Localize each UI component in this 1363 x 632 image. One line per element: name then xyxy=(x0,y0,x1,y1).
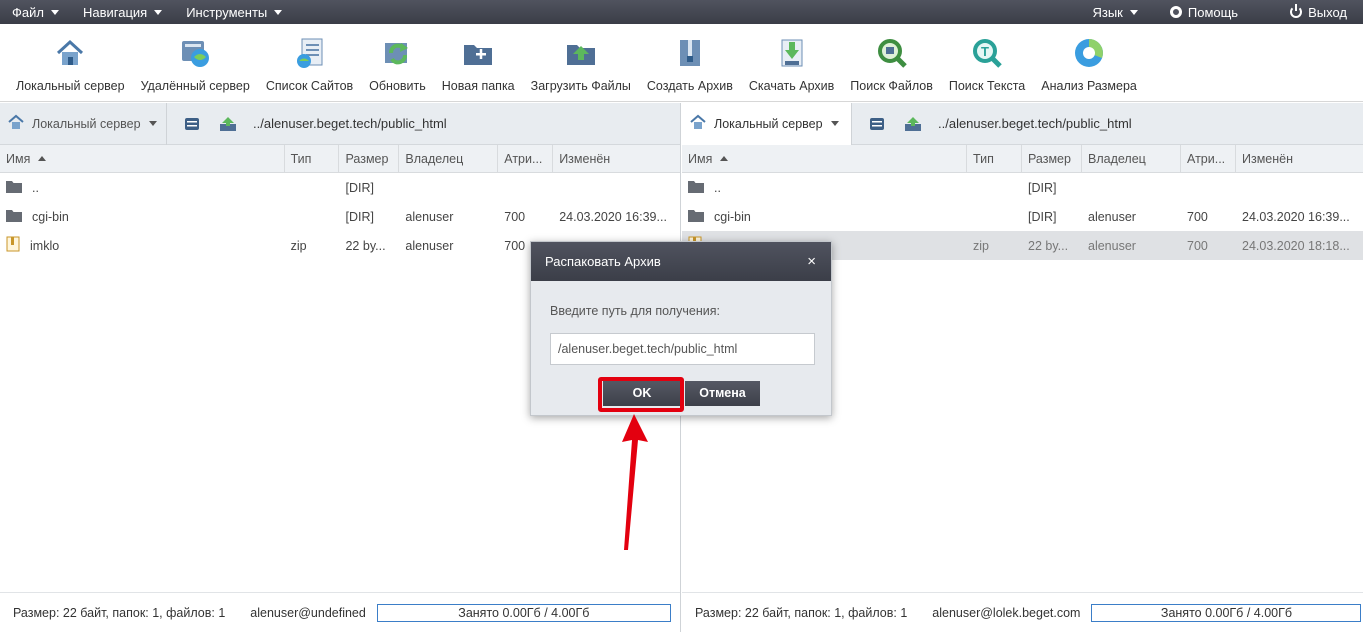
download-archive-icon xyxy=(775,36,809,70)
status-text: Размер: 22 байт, папок: 1, файлов: 1 xyxy=(13,605,226,620)
status-user: alenuser@undefined xyxy=(250,605,366,620)
col-modified[interactable]: Изменён xyxy=(1236,145,1363,173)
col-name[interactable]: Имя xyxy=(0,145,285,173)
quota-bar: Занято 0.00Гб / 4.00Гб xyxy=(376,603,671,622)
dialog-title: Распаковать Архив xyxy=(545,254,661,269)
right-status-bar: Размер: 22 байт, папок: 1, файлов: 1 ale… xyxy=(682,592,1363,632)
col-type[interactable]: Тип xyxy=(285,145,340,173)
home-icon xyxy=(8,114,24,133)
table-row[interactable]: .. [DIR] xyxy=(682,173,1363,202)
chevron-down-icon xyxy=(274,9,283,15)
dialog-title-bar: Распаковать Архив × xyxy=(531,242,831,281)
power-icon xyxy=(1290,4,1303,18)
zip-file-icon xyxy=(6,236,20,255)
folder-icon xyxy=(688,180,704,196)
extract-path-input[interactable] xyxy=(550,333,815,365)
col-type[interactable]: Тип xyxy=(967,145,1022,173)
chevron-down-icon xyxy=(1129,9,1138,15)
home-icon xyxy=(53,36,87,70)
menu-logout[interactable]: Выход xyxy=(1278,0,1363,24)
toolbar-remote-server-button[interactable]: Удалённый сервер xyxy=(133,24,258,101)
new-folder-icon xyxy=(461,36,495,70)
col-size[interactable]: Размер xyxy=(339,145,400,173)
svg-text:T: T xyxy=(981,44,989,59)
table-row[interactable]: .. [DIR] xyxy=(0,173,680,202)
col-name[interactable]: Имя xyxy=(682,145,967,173)
home-icon xyxy=(690,114,706,133)
col-attr[interactable]: Атри... xyxy=(1181,145,1236,173)
chevron-down-icon xyxy=(148,121,157,126)
search-files-icon xyxy=(875,36,909,70)
col-attr[interactable]: Атри... xyxy=(498,145,554,173)
right-path-bar: Локальный сервер ../alenuser.beget.tech/… xyxy=(682,102,1363,145)
right-path: ../alenuser.beget.tech/public_html xyxy=(938,116,1132,131)
left-path: ../alenuser.beget.tech/public_html xyxy=(253,116,447,131)
right-server-select[interactable]: Локальный сервер xyxy=(682,102,852,145)
chevron-down-icon xyxy=(830,121,839,126)
toolbar-search-text-button[interactable]: T Поиск Текста xyxy=(941,24,1033,101)
left-server-select[interactable]: Локальный сервер xyxy=(0,102,167,145)
search-text-icon: T xyxy=(970,36,1004,70)
toolbar-search-files-button[interactable]: Поиск Файлов xyxy=(842,24,941,101)
col-modified[interactable]: Изменён xyxy=(553,145,680,173)
remote-server-icon xyxy=(178,36,212,70)
dialog-prompt: Введите путь для получения: xyxy=(550,304,720,318)
col-owner[interactable]: Владелец xyxy=(1082,145,1181,173)
col-size[interactable]: Размер xyxy=(1022,145,1082,173)
left-status-bar: Размер: 22 байт, папок: 1, файлов: 1 ale… xyxy=(0,592,680,632)
menu-language[interactable]: Язык xyxy=(1080,0,1157,24)
left-table-header: Имя Тип Размер Владелец Атри... Изменён xyxy=(0,145,680,173)
toolbar-refresh-button[interactable]: Обновить xyxy=(361,24,434,101)
table-row[interactable]: cgi-bin [DIR] alenuser 700 24.03.2020 16… xyxy=(0,202,680,231)
toolbar-new-folder-button[interactable]: Новая папка xyxy=(434,24,523,101)
server-drive-icon[interactable] xyxy=(181,113,203,135)
size-analysis-icon xyxy=(1072,36,1106,70)
refresh-icon xyxy=(380,36,414,70)
toolbar-local-server-button[interactable]: Локальный сервер xyxy=(8,24,133,101)
chevron-down-icon xyxy=(154,9,163,15)
quota-bar: Занято 0.00Гб / 4.00Гб xyxy=(1091,603,1362,622)
folder-icon xyxy=(6,180,22,196)
cancel-button[interactable]: Отмена xyxy=(685,381,760,406)
toolbar-create-archive-button[interactable]: Создать Архив xyxy=(639,24,741,101)
table-row[interactable]: cgi-bin [DIR] alenuser 700 24.03.2020 16… xyxy=(682,202,1363,231)
close-icon[interactable]: × xyxy=(807,253,816,270)
help-icon xyxy=(1169,6,1182,18)
archive-icon xyxy=(673,36,707,70)
server-drive-icon[interactable] xyxy=(866,113,888,135)
status-user: alenuser@lolek.beget.com xyxy=(932,605,1081,620)
sort-asc-icon xyxy=(720,156,729,161)
red-arrow-annotation xyxy=(622,414,648,550)
upload-icon xyxy=(564,36,598,70)
folder-icon xyxy=(688,209,704,225)
site-list-icon xyxy=(293,36,327,70)
folder-icon xyxy=(6,209,22,225)
chevron-down-icon xyxy=(50,9,59,15)
menu-bar: Файл Навигация Инструменты Язык Помощь В… xyxy=(0,0,1363,24)
up-folder-icon[interactable] xyxy=(902,113,924,135)
main-toolbar: Локальный сервер Удалённый сервер Список… xyxy=(0,24,1363,102)
menu-file[interactable]: Файл xyxy=(0,0,71,24)
status-text: Размер: 22 байт, папок: 1, файлов: 1 xyxy=(695,605,908,620)
toolbar-download-archive-button[interactable]: Скачать Архив xyxy=(741,24,842,101)
toolbar-site-list-button[interactable]: Список Сайтов xyxy=(258,24,361,101)
menu-help[interactable]: Помощь xyxy=(1158,0,1278,24)
menu-navigation[interactable]: Навигация xyxy=(71,0,174,24)
toolbar-upload-button[interactable]: Загрузить Файлы xyxy=(523,24,639,101)
up-folder-icon[interactable] xyxy=(217,113,239,135)
right-table-header: Имя Тип Размер Владелец Атри... Изменён xyxy=(682,145,1363,173)
col-owner[interactable]: Владелец xyxy=(399,145,499,173)
sort-asc-icon xyxy=(38,156,47,161)
toolbar-size-analysis-button[interactable]: Анализ Размера xyxy=(1033,24,1145,101)
menu-tools[interactable]: Инструменты xyxy=(174,0,294,24)
left-path-bar: Локальный сервер ../alenuser.beget.tech/… xyxy=(0,102,680,145)
